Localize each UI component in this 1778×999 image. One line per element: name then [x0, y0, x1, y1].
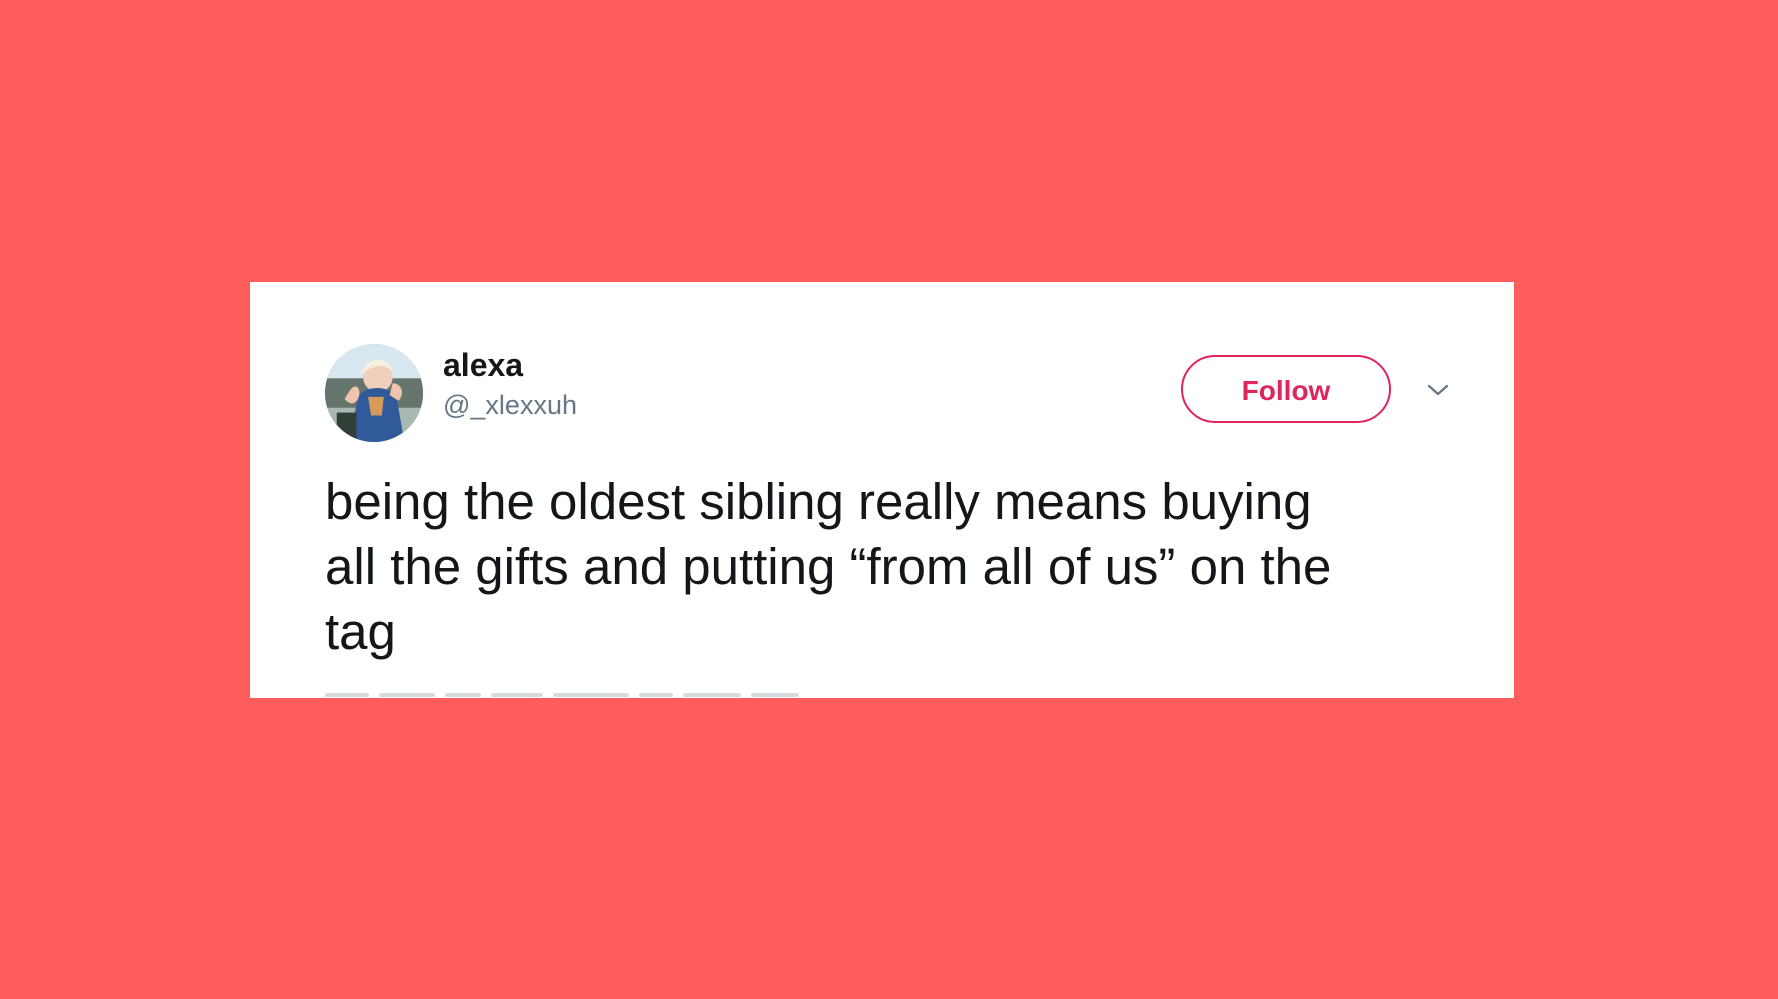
tweet-menu-button[interactable] [1422, 374, 1454, 406]
chevron-down-icon [1427, 384, 1449, 396]
author-avatar[interactable] [325, 344, 423, 442]
cropped-tweet-metadata [325, 690, 865, 698]
tweet-text-line: all the gifts and putting “from all of u… [325, 538, 1332, 595]
tweet-text: being the oldest sibling really means bu… [325, 469, 1475, 664]
tweet-text-line: tag [325, 603, 396, 660]
follow-button[interactable]: Follow [1181, 355, 1391, 423]
tweet-card: alexa @_xlexxuh Follow being the oldest … [250, 282, 1514, 698]
tweet-text-line: being the oldest sibling really means bu… [325, 473, 1312, 530]
author-display-name[interactable]: alexa [443, 349, 523, 381]
author-handle[interactable]: @_xlexxuh [443, 392, 577, 419]
avatar-photo-icon [325, 344, 423, 442]
